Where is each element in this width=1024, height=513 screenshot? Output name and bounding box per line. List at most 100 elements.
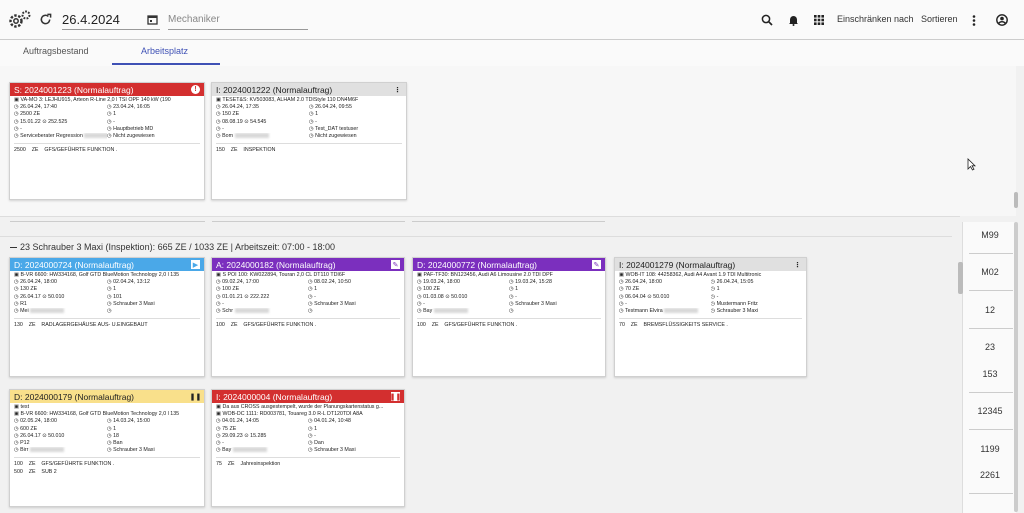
card-field: 75 ZE: [222, 425, 237, 432]
car-icon: ▣: [619, 272, 625, 278]
card-body: ▣ PAF-TF30: BN123456, Audi A6 Limousine …: [413, 271, 605, 330]
divider: [10, 221, 205, 222]
card-field: Dan: [314, 440, 324, 447]
order-card[interactable]: D: 2024000179 (Normalauftrag) ❚❚ ▣ test ▣ B…: [9, 389, 205, 507]
group-header[interactable]: 23 Schrauber 3 Maxi (Inspektion): 665 ZE…: [10, 242, 335, 252]
card-field: 100 ZE: [222, 286, 240, 293]
card-field: 08.02.24, 10:50: [314, 279, 351, 286]
unit-label: ZE: [28, 461, 36, 468]
card-header[interactable]: S: 2024001223 (Normalauftrag)!: [10, 83, 204, 96]
card-field: Bom: [222, 133, 234, 140]
account-icon[interactable]: [995, 13, 1008, 26]
card-title: I: 2024000004 (Normalauftrag): [216, 391, 333, 402]
card-field: P12: [20, 440, 30, 447]
card-field: -: [515, 293, 517, 300]
card-field: 08.08.19: [222, 118, 243, 125]
restrict-button[interactable]: Einschränken nach: [837, 14, 914, 24]
more-vertical-icon[interactable]: ⋮: [393, 85, 402, 94]
play-icon[interactable]: ▶: [191, 260, 200, 269]
card-field: 15.285: [250, 432, 267, 439]
unit-label: ZE: [230, 322, 238, 329]
order-card[interactable]: D: 2024000772 (Normalauftrag) ✎ ▣ PAF-TF30…: [412, 257, 606, 377]
unit-label: ZE: [431, 322, 439, 329]
card-field: 26.04.24, 18:00: [20, 279, 57, 286]
card-field: 1: [113, 111, 117, 118]
work-units: 100: [216, 322, 225, 329]
more-vertical-icon[interactable]: [970, 14, 978, 26]
card-footer: 100 ZE GFS/GEFÜHRTE FUNKTION .: [216, 318, 400, 329]
card-header[interactable]: I: 2024001279 (Normalauftrag) ⋮: [615, 258, 806, 271]
order-card[interactable]: S: 2024001223 (Normalauftrag)! ▣ VA-MO 3:…: [9, 82, 205, 200]
person-icon: ◷: [14, 447, 19, 454]
calendar-icon[interactable]: [146, 13, 158, 25]
order-card[interactable]: I: 2024000004 (Normalauftrag) ❚❚ ▣ Da aus …: [211, 389, 405, 507]
tab-arbeitsplatz[interactable]: Arbeitsplatz: [141, 46, 188, 56]
timer-icon: ◷: [14, 425, 19, 432]
card-field: Bay: [423, 308, 433, 315]
operation-text: Jahresinspektion: [240, 461, 281, 468]
collapse-icon[interactable]: [10, 247, 17, 249]
vehicle-text: TESET&S: KV503083, ALHAM 2.0 TDIStyle 11…: [222, 97, 359, 103]
operation-text: INSPEKTION: [243, 147, 276, 154]
settings-gears-icon[interactable]: [8, 9, 32, 31]
wrench-icon: ◷: [107, 308, 112, 315]
person-icon: ◷: [216, 133, 221, 140]
scrollbar-side[interactable]: [958, 262, 963, 294]
card-header[interactable]: I: 2024000004 (Normalauftrag) ❚❚: [212, 390, 404, 403]
count-icon: ◷: [309, 111, 314, 118]
pin-icon: ◷: [216, 125, 221, 132]
operation-text: GFS/GEFÜHRTE FUNKTION .: [243, 322, 317, 329]
order-card[interactable]: I: 2024001222 (Normalauftrag) ⋮ ▣ TESET&S:…: [211, 82, 407, 200]
check-clock-icon: ◷: [308, 418, 313, 425]
pause-icon[interactable]: ❚❚: [190, 392, 202, 401]
card-title: I: 2024001279 (Normalauftrag): [619, 259, 736, 270]
sort-button[interactable]: Sortieren: [921, 14, 958, 24]
edit-note-icon[interactable]: ✎: [391, 260, 400, 269]
order-card[interactable]: A: 2024000182 (Normalauftrag) ✎ ▣ S POI 10…: [211, 257, 405, 377]
edit-note-icon[interactable]: ✎: [592, 260, 601, 269]
more-vertical-icon[interactable]: ⋮: [793, 260, 802, 269]
card-field: -: [314, 293, 316, 300]
person-icon: ◷: [308, 440, 313, 447]
order-card[interactable]: D: 2024000724 (Normalauftrag) ▶ ▣ B-VR 660…: [9, 257, 205, 377]
search-icon[interactable]: [760, 13, 773, 26]
clock-icon: ◷: [14, 279, 19, 286]
check-clock-icon: ◷: [107, 279, 112, 286]
bell-icon[interactable]: [787, 13, 799, 26]
check-clock-icon: ◷: [710, 279, 716, 286]
pause-icon[interactable]: ❚❚: [390, 392, 401, 401]
divider: [969, 253, 1013, 254]
card-field: -: [716, 293, 719, 300]
top-bar: 26.4.2024 Mechaniker Einschränken nach S…: [0, 0, 1024, 40]
card-field: 26.04.24, 09:55: [315, 104, 352, 111]
card-field: -: [315, 118, 317, 125]
card-header[interactable]: D: 2024000772 (Normalauftrag) ✎: [413, 258, 605, 271]
mechanic-input[interactable]: Mechaniker: [168, 12, 308, 30]
unit-label: ZE: [227, 461, 235, 468]
divider: [969, 328, 1013, 329]
operation-text: SUB 2: [41, 468, 57, 475]
card-field: Schrauber 3 Maxi: [716, 308, 759, 315]
scrollbar-top[interactable]: [1014, 192, 1018, 208]
side-panel: M99 M02 12 23 153 12345 1199 2261: [962, 222, 1016, 513]
card-field: 1: [716, 286, 720, 293]
side-value: 2261: [979, 470, 1001, 480]
card-field: 18: [113, 432, 120, 439]
card-field: 19.03.24, 18:00: [423, 279, 460, 286]
card-header[interactable]: I: 2024001222 (Normalauftrag) ⋮: [212, 83, 406, 96]
tab-auftragsbestand[interactable]: Auftragsbestand: [23, 46, 89, 56]
card-header[interactable]: A: 2024000182 (Normalauftrag) ✎: [212, 258, 404, 271]
person-icon: ◷: [14, 133, 19, 140]
card-field: 50.010: [653, 293, 670, 300]
pin-icon: ◷: [14, 300, 19, 307]
card-field: Schrauber 3 Maxi: [113, 447, 155, 454]
card-header[interactable]: D: 2024000724 (Normalauftrag) ▶: [10, 258, 204, 271]
work-units: 75: [216, 461, 222, 468]
refresh-icon[interactable]: [38, 12, 52, 26]
order-card[interactable]: I: 2024001279 (Normalauftrag) ⋮ ▣ WOB-IT 1…: [614, 257, 807, 377]
card-field: 1: [113, 425, 117, 432]
card-field: 222.222: [250, 293, 270, 300]
scrollbar-right[interactable]: [1014, 222, 1018, 512]
card-header[interactable]: D: 2024000179 (Normalauftrag) ❚❚: [10, 390, 204, 403]
grid-view-icon[interactable]: [813, 14, 824, 25]
